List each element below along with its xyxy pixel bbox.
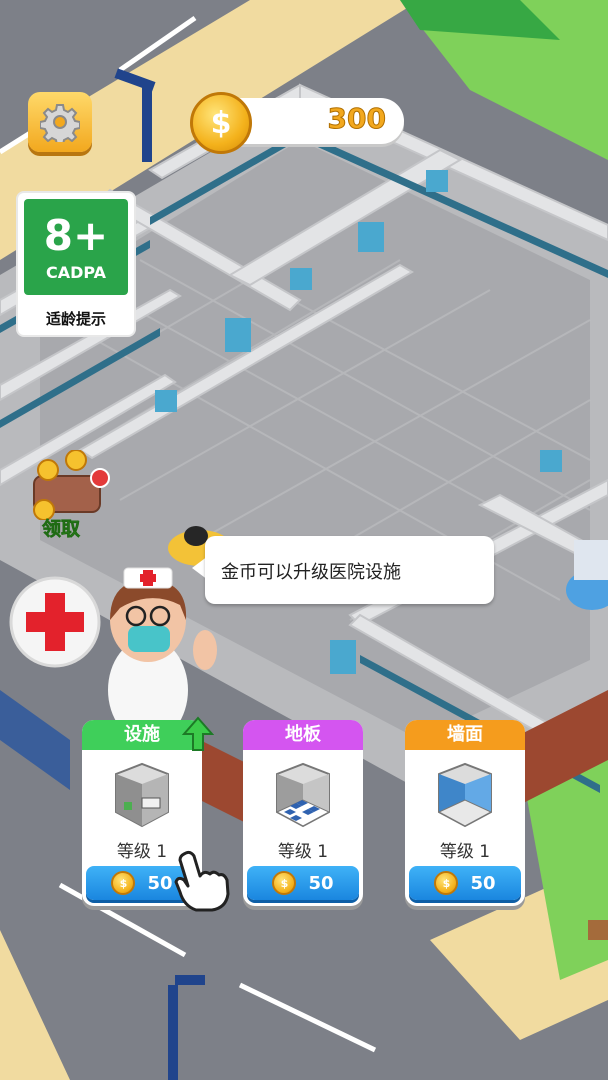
- upgrade-wall-button[interactable]: $ 50: [409, 866, 521, 900]
- age-rating-badge: 8+ CADPA 适龄提示: [18, 193, 134, 335]
- settings-button[interactable]: [28, 92, 92, 152]
- age-rating-org: CADPA: [45, 263, 107, 282]
- upgrade-floor-button[interactable]: $ 50: [247, 866, 359, 900]
- coin-symbol: $: [210, 105, 232, 141]
- wallet-icon: [33, 449, 110, 521]
- floor-tile-icon: [275, 762, 331, 828]
- tutorial-message: 金币可以升级医院设施: [221, 562, 401, 583]
- coin-icon: $: [434, 871, 459, 895]
- tutorial-speech-bubble: 金币可以升级医院设施: [205, 536, 494, 604]
- upgrade-cost: 50: [147, 872, 173, 894]
- facility-room-icon: [115, 762, 169, 828]
- age-rating-tip: 适龄提示: [45, 310, 106, 328]
- tutorial-hand-icon: [174, 850, 230, 912]
- card-level: 等级 1: [277, 842, 329, 862]
- coin-icon: $: [111, 871, 136, 895]
- gear-icon: [40, 104, 80, 142]
- coin-amount: 300: [327, 102, 386, 136]
- collect-label[interactable]: 领取: [42, 514, 81, 541]
- coin-icon: $: [190, 92, 252, 154]
- card-level: 等级 1: [439, 842, 491, 862]
- upgrade-cost: 50: [308, 872, 334, 894]
- card-title: 地板: [243, 720, 363, 750]
- upgrade-card-wall[interactable]: 墙面 等级 1 $ 50: [405, 720, 525, 906]
- age-rating-number: 8+: [43, 211, 109, 260]
- upgrade-cost: 50: [470, 872, 496, 894]
- card-title: 墙面: [405, 720, 525, 750]
- coin-icon: $: [272, 871, 297, 895]
- age-rating-box: 8+ CADPA: [24, 199, 128, 295]
- wall-icon: [437, 762, 493, 828]
- upgrade-card-floor[interactable]: 地板 等级 1 $ 50: [243, 720, 363, 906]
- upgrade-arrow-icon: [182, 716, 214, 751]
